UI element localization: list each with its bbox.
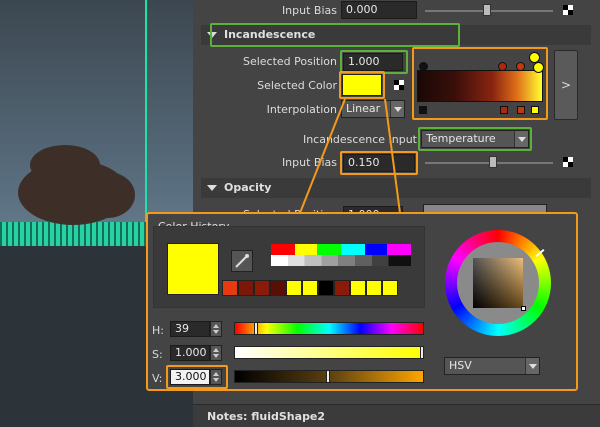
palette-cell[interactable] <box>295 244 317 255</box>
value-label: V: <box>152 372 163 385</box>
ramp-handle-red-1[interactable] <box>498 62 507 71</box>
ramp-handle-black[interactable] <box>419 62 428 71</box>
interpolation-value: Linear <box>346 102 381 115</box>
history-swatch[interactable] <box>350 280 366 296</box>
eyedropper-icon <box>235 254 249 268</box>
palette-gray <box>271 255 411 266</box>
fluid-smoke <box>80 172 135 218</box>
checker-map-icon[interactable] <box>394 80 404 90</box>
palette-cell[interactable] <box>387 244 411 255</box>
saturation-slider[interactable] <box>234 346 424 359</box>
ramp-delete-red-2[interactable] <box>517 106 525 114</box>
selected-position-label: Selected Position <box>242 55 337 68</box>
eyedropper-button[interactable] <box>231 250 253 272</box>
color-mode-value: HSV <box>449 359 472 372</box>
input-bias-field[interactable]: 0.000 <box>341 1 417 19</box>
hue-spinner[interactable] <box>210 321 222 337</box>
highlight-input-bias <box>340 151 418 175</box>
notes-bar: Notes: fluidShape2 <box>193 404 600 427</box>
incandescence-input-label: Incandescence Input <box>302 133 417 146</box>
palette-cell[interactable] <box>341 244 365 255</box>
ramp-handle-red-2[interactable] <box>516 62 525 71</box>
ramp-expand-button[interactable]: > <box>554 50 578 120</box>
highlight-incandescence-header <box>210 23 460 47</box>
history-swatch[interactable] <box>318 280 334 296</box>
chevron-down-icon <box>390 101 404 117</box>
wheel-marker[interactable] <box>535 249 545 257</box>
sv-marker[interactable] <box>521 306 526 311</box>
highlight-selected-color <box>339 71 385 99</box>
history-swatch[interactable] <box>222 280 238 296</box>
saturation-spinner[interactable] <box>210 345 222 361</box>
ramp-delete-black[interactable] <box>419 106 427 114</box>
hue-slider-knob[interactable] <box>254 322 258 335</box>
checker-map-icon[interactable] <box>563 157 573 167</box>
history-row <box>222 280 412 296</box>
palette-cell[interactable] <box>365 244 387 255</box>
saturation-slider-knob[interactable] <box>420 346 424 359</box>
input-bias-slider-knob[interactable] <box>483 4 491 16</box>
palette-cell[interactable] <box>317 244 341 255</box>
color-mode-dropdown[interactable]: HSV <box>444 357 540 375</box>
highlight-incandescence-input <box>418 127 532 151</box>
selected-color-label: Selected Color <box>257 79 337 92</box>
input-bias-slider-knob[interactable] <box>489 156 497 168</box>
ramp-delete-yellow[interactable] <box>531 106 539 114</box>
chevron-down-icon <box>525 358 539 374</box>
current-color-swatch[interactable] <box>167 243 219 295</box>
history-swatch[interactable] <box>366 280 382 296</box>
value-slider-knob[interactable] <box>326 370 330 383</box>
input-bias-label: Input Bias <box>281 156 337 169</box>
saturation-value-square[interactable] <box>473 258 523 308</box>
chevron-right-icon: > <box>560 78 572 92</box>
color-ramp[interactable] <box>417 70 543 102</box>
history-swatch[interactable] <box>286 280 302 296</box>
hue-field[interactable]: 39 <box>170 321 210 337</box>
hue-slider[interactable] <box>234 322 424 335</box>
palette-cell[interactable] <box>271 244 295 255</box>
history-swatch[interactable] <box>382 280 398 296</box>
history-swatch[interactable] <box>270 280 286 296</box>
section-title: Opacity <box>224 181 272 194</box>
history-swatch[interactable] <box>254 280 270 296</box>
interpolation-label: Interpolation <box>266 103 337 116</box>
color-history-popup: Color History H: 39 <box>146 212 578 391</box>
saturation-label: S: <box>152 348 163 361</box>
notes-label: Notes: fluidShape2 <box>207 410 326 423</box>
palette-top <box>271 244 411 255</box>
history-swatch[interactable] <box>334 280 350 296</box>
interpolation-dropdown[interactable]: Linear <box>341 100 405 118</box>
color-wheel[interactable] <box>445 230 551 336</box>
checker-map-icon[interactable] <box>563 5 573 15</box>
viewport-grid-line <box>145 0 147 230</box>
highlight-value-field <box>166 365 228 389</box>
ramp-handle-yellow[interactable] <box>533 62 544 73</box>
history-swatch[interactable] <box>302 280 318 296</box>
input-bias-label: Input Bias <box>281 4 337 17</box>
history-swatch[interactable] <box>238 280 254 296</box>
collapse-triangle-icon <box>207 185 217 191</box>
saturation-field[interactable]: 1.000 <box>170 345 210 361</box>
section-opacity[interactable]: Opacity <box>201 178 591 198</box>
ramp-delete-red-1[interactable] <box>500 106 508 114</box>
color-history-box <box>153 226 425 308</box>
hue-label: H: <box>152 324 164 337</box>
